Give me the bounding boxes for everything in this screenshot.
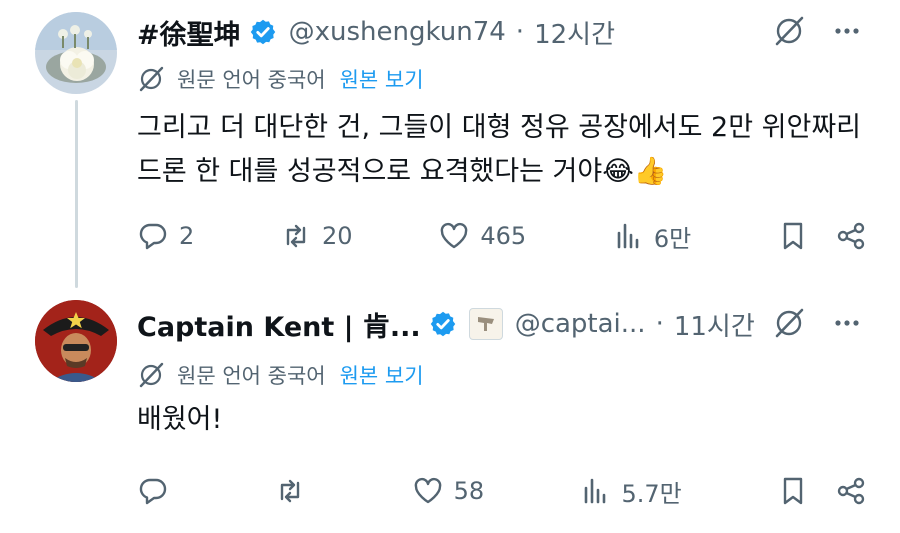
- repost-button[interactable]: [274, 475, 316, 507]
- repost-icon: [281, 479, 300, 503]
- tweet-text: 그리고 더 대단한 건, 그들이 대형 정유 공장에서도 2만 위안짜리 드론 …: [137, 112, 862, 187]
- separator-dot: ·: [655, 309, 664, 339]
- affiliation-badge-icon[interactable]: [468, 308, 503, 340]
- tweet-2[interactable]: Captain Kent | 肯... @captai... · 11시간 원문…: [0, 290, 900, 533]
- translation-notice: 원문 언어 중국어 원본 보기: [137, 64, 424, 94]
- user-handle[interactable]: @xushengkun74: [289, 17, 506, 47]
- verified-badge-icon: [430, 311, 455, 337]
- heart-icon: [414, 477, 441, 504]
- header-actions: [772, 14, 864, 48]
- more-options-icon[interactable]: [830, 14, 864, 48]
- repost-icon: [286, 224, 306, 248]
- bookmark-icon: [783, 477, 803, 505]
- flower-avatar-image: [35, 12, 117, 94]
- reply-icon: [139, 223, 167, 250]
- timestamp[interactable]: 11시간: [674, 306, 755, 343]
- reply-count: 2: [179, 222, 195, 250]
- analytics-icon: [585, 478, 606, 504]
- share-icon: [837, 222, 865, 250]
- like-count: 58: [453, 477, 485, 505]
- share-button[interactable]: [835, 220, 867, 252]
- analytics-icon: [617, 223, 639, 249]
- like-button[interactable]: 58: [412, 475, 485, 507]
- action-bar-right: [777, 220, 867, 252]
- tweet-header: #徐聖坤 @xushengkun74 · 12시간: [137, 12, 615, 52]
- tweet-1[interactable]: #徐聖坤 @xushengkun74 · 12시간 원문 언어 중국어 원본 보…: [0, 0, 900, 290]
- grok-icon[interactable]: [772, 14, 806, 48]
- tweet-header: Captain Kent | 肯... @captai... · 11시간: [137, 304, 755, 344]
- captain-avatar-image: [35, 300, 117, 382]
- more-options-icon[interactable]: [830, 306, 864, 340]
- share-icon: [837, 477, 865, 505]
- affiliation-flag-icon: [477, 317, 494, 331]
- avatar[interactable]: [35, 300, 117, 382]
- grok-translate-icon: [139, 362, 164, 388]
- translation-notice: 원문 언어 중국어 원본 보기: [137, 360, 424, 390]
- share-button[interactable]: [835, 475, 867, 507]
- view-count: 6만: [653, 224, 692, 253]
- action-bar: 58 5.7만: [137, 471, 867, 511]
- show-original-link[interactable]: 원본 보기: [340, 64, 424, 94]
- translation-label: 원문 언어 중국어: [177, 68, 326, 92]
- show-original-link[interactable]: 원본 보기: [340, 360, 424, 390]
- display-name[interactable]: Captain Kent | 肯...: [137, 305, 421, 344]
- header-actions: [772, 306, 864, 340]
- reply-button[interactable]: 2: [137, 220, 194, 252]
- action-bar: 2 20 465 6만: [137, 216, 867, 256]
- tweet-text: 배웠어!: [137, 404, 223, 435]
- bookmark-icon: [783, 222, 803, 250]
- timestamp[interactable]: 12시간: [534, 14, 615, 51]
- reply-button[interactable]: [137, 475, 179, 507]
- like-count: 465: [480, 222, 527, 250]
- translation-label: 원문 언어 중국어: [177, 364, 326, 388]
- bookmark-button[interactable]: [777, 220, 809, 252]
- views-button[interactable]: 6만: [612, 219, 691, 254]
- avatar[interactable]: [35, 12, 117, 94]
- verified-badge-icon: [250, 19, 275, 45]
- separator-dot: ·: [515, 17, 525, 47]
- repost-button[interactable]: 20: [280, 220, 353, 252]
- display-name[interactable]: #徐聖坤: [137, 13, 241, 52]
- bookmark-button[interactable]: [777, 475, 809, 507]
- grok-translate-icon: [139, 66, 164, 92]
- views-button[interactable]: 5.7만: [579, 474, 682, 509]
- heart-icon: [441, 222, 468, 249]
- grok-icon[interactable]: [772, 306, 806, 340]
- action-bar-right: [777, 475, 867, 507]
- view-count: 5.7만: [621, 479, 682, 508]
- repost-count: 20: [322, 222, 353, 250]
- reply-icon: [139, 478, 167, 505]
- like-button[interactable]: 465: [438, 220, 526, 252]
- user-handle[interactable]: @captai...: [515, 309, 646, 339]
